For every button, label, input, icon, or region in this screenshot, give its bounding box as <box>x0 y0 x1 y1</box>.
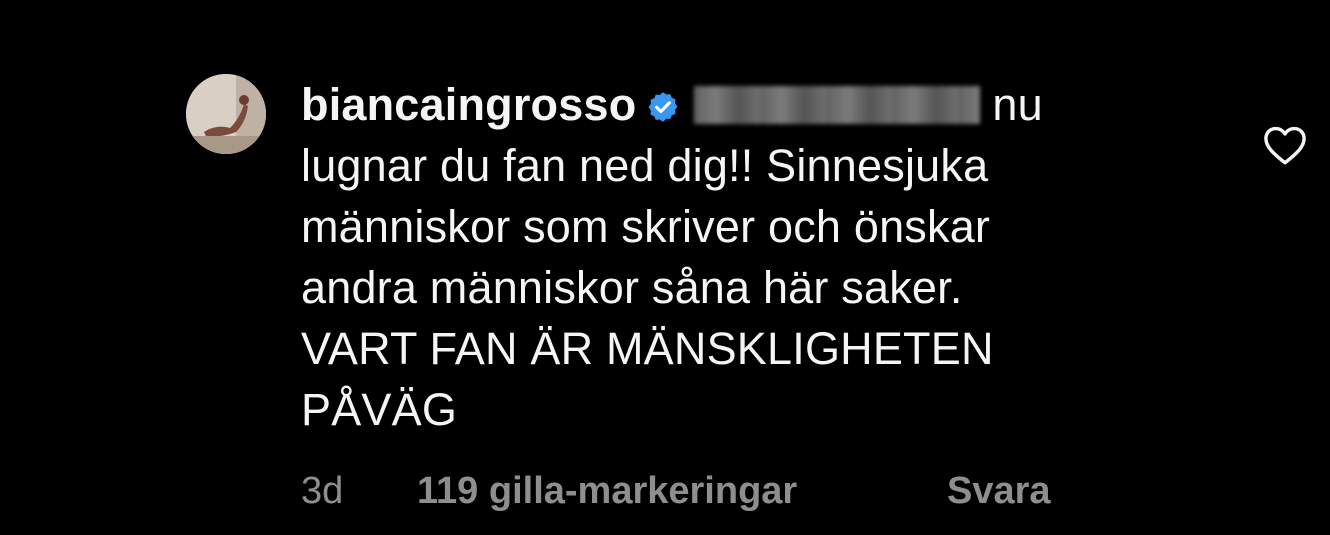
comment-line-3: människor som skriver och önskar <box>301 201 991 252</box>
verified-badge-icon <box>648 92 678 122</box>
comment-line-2: lugnar du fan ned dig!! Sinnesjuka <box>301 140 989 191</box>
comment: biancaingrosso nu lugnar du fan ned dig!!… <box>0 0 1330 535</box>
heart-outline-icon[interactable] <box>1262 124 1308 166</box>
reply-button[interactable]: Svara <box>947 470 1051 513</box>
comment-line-4: andra människor såna här saker. <box>301 262 963 313</box>
comment-line-6: PÅVÄG <box>301 384 458 435</box>
comment-time[interactable]: 3d <box>301 470 343 513</box>
likes-count-button[interactable]: 119 gilla-markeringar <box>417 470 797 513</box>
avatar-photo-icon <box>186 74 266 154</box>
comment-line-1: nu <box>992 79 1043 130</box>
comment-line-5: VART FAN ÄR MÄNSKLIGHETEN <box>301 323 994 374</box>
comment-text: biancaingrosso nu lugnar du fan ned dig!!… <box>301 74 1141 440</box>
blurred-mention <box>694 86 981 124</box>
username-link[interactable]: biancaingrosso <box>301 79 636 130</box>
avatar[interactable] <box>186 74 266 154</box>
